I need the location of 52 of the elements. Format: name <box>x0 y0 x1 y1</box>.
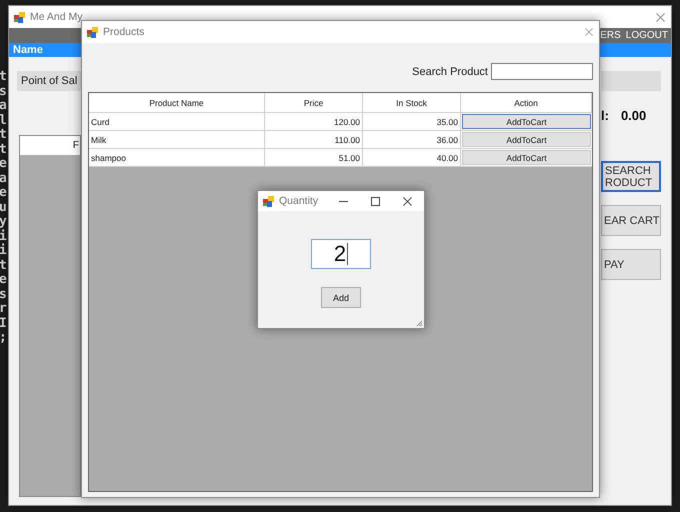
maximize-icon[interactable] <box>371 196 380 206</box>
column-header: In Stock <box>363 93 461 112</box>
search-label: Search Product <box>412 66 488 78</box>
section-bar <box>601 71 661 91</box>
resize-grip-icon[interactable] <box>416 320 423 327</box>
close-icon[interactable] <box>403 196 412 206</box>
code-fragment: t <box>0 142 8 157</box>
menu-item[interactable]: LOGOUT <box>626 30 668 41</box>
code-fragment: r <box>0 302 8 316</box>
quantity-field[interactable]: 2 <box>311 239 371 269</box>
code-fragment: s <box>0 288 8 302</box>
column-header: Product Name <box>89 93 265 112</box>
app-icon <box>87 26 98 38</box>
table-cell: 51.00 <box>265 149 363 166</box>
window-title: Me And My <box>30 11 84 23</box>
code-fragment: ; <box>0 331 8 346</box>
menu-item[interactable]: ERS <box>600 30 621 41</box>
table-cell: Milk <box>89 131 265 148</box>
total-label: l: <box>601 108 609 122</box>
column-header: F <box>72 140 79 151</box>
add-to-cart-button[interactable]: AddToCart <box>462 132 591 147</box>
column-header: Price <box>265 93 363 112</box>
code-fragment: t <box>0 70 8 84</box>
header-label: Name <box>13 44 43 56</box>
table-cell: 40.00 <box>363 149 461 166</box>
add-to-cart-button[interactable]: AddToCart <box>462 150 591 165</box>
action-button[interactable]: SEARCH RODUCT <box>601 161 661 192</box>
table-cell: 35.00 <box>363 113 461 130</box>
action-button[interactable]: EAR CART <box>601 205 661 236</box>
code-fragment: t <box>0 258 8 273</box>
window-title: Quantity <box>279 195 320 207</box>
code-fragment: t <box>0 128 8 142</box>
total-value: 0.00 <box>620 108 646 122</box>
code-fragment: I <box>0 316 8 331</box>
section-title: Point of Sal <box>21 75 78 87</box>
add-button[interactable]: Add <box>321 287 361 308</box>
table-cell: shampoo <box>89 149 265 166</box>
action-button[interactable]: PAY <box>601 249 661 280</box>
app-icon <box>14 12 25 22</box>
app-icon <box>263 196 274 206</box>
add-to-cart-button[interactable]: AddToCart <box>462 114 591 129</box>
table-cell: 36.00 <box>363 131 461 148</box>
column-header: Action <box>461 93 592 112</box>
window-title: Products <box>103 26 146 38</box>
table-cell: 120.00 <box>265 113 363 130</box>
table-cell: 110.00 <box>265 131 363 148</box>
code-fragment: s <box>0 84 8 99</box>
search-field[interactable] <box>491 63 593 80</box>
code-fragment: i <box>0 230 8 244</box>
code-fragment: i <box>0 244 8 258</box>
table-cell: Curd <box>89 113 265 130</box>
code-fragment: u <box>0 200 8 215</box>
